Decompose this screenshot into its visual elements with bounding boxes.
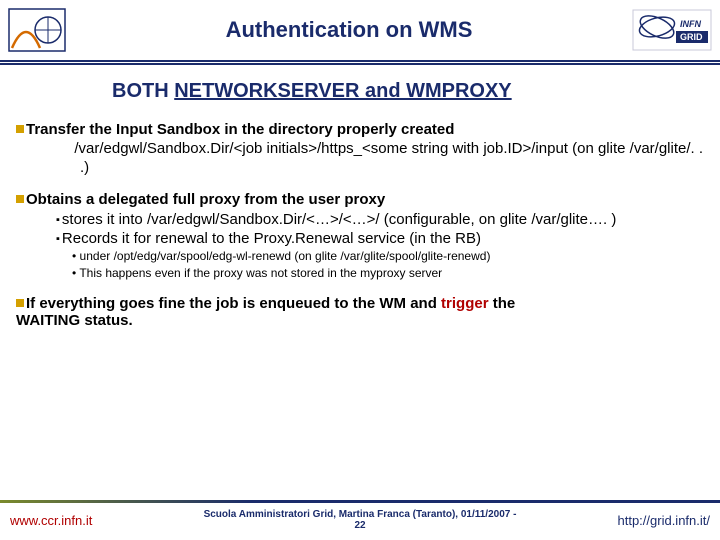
page-title: Authentication on WMS [66,17,632,43]
s2-sub1: stores it into /var/edgwl/Sandbox.Dir/<…… [56,210,704,229]
s2-head: Obtains a delegated full proxy from the … [26,191,385,208]
slide-content: BOTH NETWORKSERVER and WMPROXY Transfer … [0,62,720,329]
section-trigger: If everything goes fine the job is enque… [16,295,704,329]
footer-bar: www.ccr.infn.it Scuola Amministratori Gr… [0,500,720,540]
s3-line2: the [489,295,516,312]
header-bar: Authentication on WMS INFN GRID [0,0,720,62]
s2-b2: This happens even if the proxy was not s… [72,265,704,281]
s2-details: under /opt/edg/var/spool/edg-wl-renewd (… [16,248,704,280]
section-delegated-proxy: Obtains a delegated full proxy from the … [16,191,704,281]
infn-grid-logo: INFN GRID [632,6,712,54]
s3-trigger-word: trigger [441,295,489,312]
subtitle: BOTH NETWORKSERVER and WMPROXY [16,80,704,103]
s2-sub2: Records it for renewal to the Proxy.Rene… [56,229,704,248]
bullet-icon [16,195,24,203]
s1-head: Transfer the Input Sandbox in the direct… [26,121,454,138]
s2-sublist: stores it into /var/edgwl/Sandbox.Dir/<…… [16,210,704,248]
s3-line1: If everything goes fine the job is enque… [26,295,441,312]
footer-center: Scuola Amministratori Grid, Martina Fran… [140,509,580,532]
footer-left-url: www.ccr.infn.it [0,513,140,528]
subtitle-underlined: NETWORKSERVER and WMPROXY [174,80,511,102]
ccr-logo [8,6,66,54]
bullet-icon [16,299,24,307]
subtitle-prefix: BOTH [112,80,174,102]
section-transfer: Transfer the Input Sandbox in the direct… [16,121,704,177]
svg-text:GRID: GRID [680,32,703,42]
svg-text:INFN: INFN [680,19,701,29]
s3-waiting: WAITING status. [16,312,133,329]
bullet-icon [16,125,24,133]
s1-body: /var/edgwl/Sandbox.Dir/<job initials>/ht… [16,140,704,178]
footer-right-url: http://grid.infn.it/ [580,513,720,528]
s2-b1: under /opt/edg/var/spool/edg-wl-renewd (… [72,248,704,264]
